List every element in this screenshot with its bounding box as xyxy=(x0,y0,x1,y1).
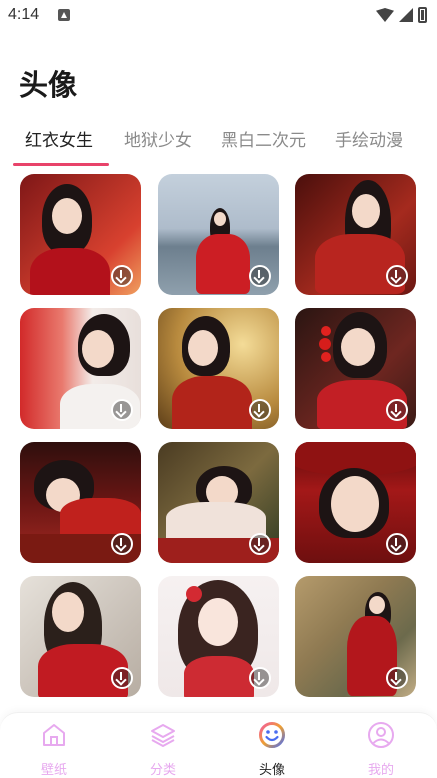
status-time: 4:14 xyxy=(8,6,40,23)
avatar-card[interactable] xyxy=(20,442,141,563)
nav-label: 头像 xyxy=(258,763,285,778)
download-icon[interactable] xyxy=(249,399,271,421)
download-icon[interactable] xyxy=(111,667,133,689)
home-icon xyxy=(43,724,65,746)
tab-black-white-anime[interactable]: 黑白二次元 xyxy=(221,126,306,151)
nav-label: 我的 xyxy=(367,763,394,778)
layers-icon xyxy=(151,724,175,747)
avatar-card[interactable] xyxy=(295,174,416,295)
avatar-card[interactable] xyxy=(295,576,416,697)
user-icon xyxy=(368,722,394,748)
nav-item-category[interactable]: 分类 xyxy=(133,721,193,778)
avatar-card[interactable] xyxy=(158,174,279,295)
category-tabs: 红衣女生 地狱少女 黑白二次元 手绘动漫 xyxy=(0,124,437,168)
avatar-card[interactable] xyxy=(158,308,279,429)
wifi-icon xyxy=(376,8,394,22)
avatar-card[interactable] xyxy=(20,576,141,697)
download-icon[interactable] xyxy=(249,667,271,689)
bottom-nav: 壁纸 分类 头像 我的 xyxy=(0,712,437,778)
nav-label: 壁纸 xyxy=(40,763,67,778)
download-icon[interactable] xyxy=(386,399,408,421)
avatar-card[interactable] xyxy=(158,442,279,563)
signal-icon xyxy=(399,8,413,22)
avatar-card[interactable] xyxy=(158,576,279,697)
nav-item-avatar[interactable]: 头像 xyxy=(242,721,302,778)
tab-indicator xyxy=(13,163,109,166)
nav-item-wallpaper[interactable]: 壁纸 xyxy=(24,721,84,778)
download-icon[interactable] xyxy=(111,399,133,421)
avatar-card[interactable] xyxy=(295,308,416,429)
download-icon[interactable] xyxy=(386,265,408,287)
page-title: 头像 xyxy=(19,68,78,102)
download-icon[interactable] xyxy=(386,533,408,555)
download-icon[interactable] xyxy=(249,265,271,287)
avatar-card[interactable] xyxy=(20,174,141,295)
download-icon[interactable] xyxy=(111,533,133,555)
status-bar: 4:14 xyxy=(0,0,437,32)
download-icon[interactable] xyxy=(249,533,271,555)
nav-item-mine[interactable]: 我的 xyxy=(351,721,411,778)
tab-red-clothes-girl[interactable]: 红衣女生 xyxy=(25,126,93,151)
smile-icon xyxy=(259,722,285,748)
nav-label: 分类 xyxy=(149,763,176,778)
notification-icon xyxy=(58,9,70,21)
download-icon[interactable] xyxy=(111,265,133,287)
avatar-card[interactable] xyxy=(295,442,416,563)
tab-hand-drawn-anime[interactable]: 手绘动漫 xyxy=(335,126,403,151)
download-icon[interactable] xyxy=(386,667,408,689)
status-icons xyxy=(376,6,427,24)
battery-icon xyxy=(418,7,427,23)
avatar-card[interactable] xyxy=(20,308,141,429)
tab-hell-girl[interactable]: 地狱少女 xyxy=(124,126,192,151)
